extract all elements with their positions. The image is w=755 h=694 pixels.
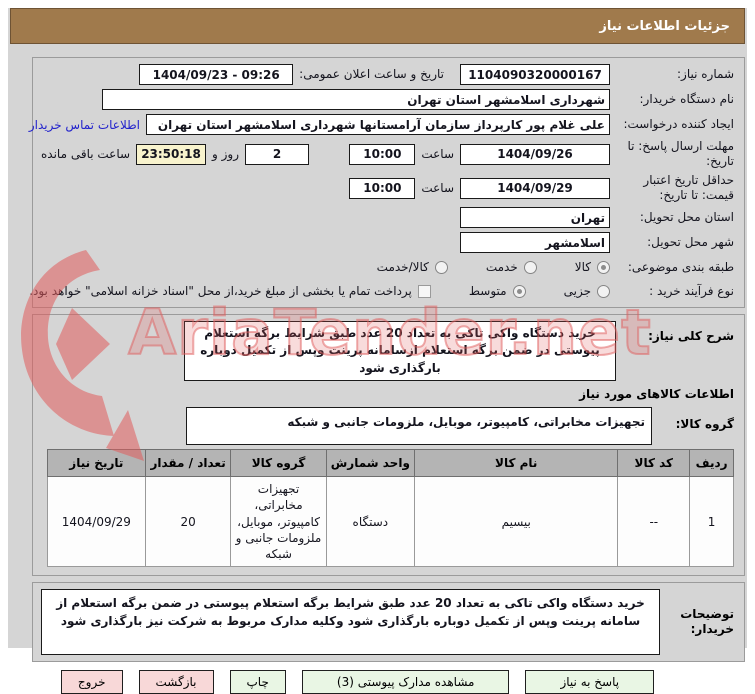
request-creator-field[interactable]: علی غلام پور کارپرداز سازمان آرامستانها … <box>146 114 610 135</box>
radio-service-label: خدمت <box>485 259 518 274</box>
cell-goods-name: بیسیم <box>414 476 619 568</box>
back-button[interactable]: بازگشت <box>138 670 214 694</box>
days-remaining-field: 2 <box>245 143 310 165</box>
radio-goods-service[interactable] <box>434 260 448 274</box>
countdown-timer: 23:50:18 <box>136 143 207 165</box>
goods-table: ردیف کد کالا نام کالا واحد شمارش گروه کا… <box>47 449 734 568</box>
buyer-org-label: نام دستگاه خریدار: <box>639 92 735 106</box>
row-delivery-province: استان محل تحویل: تهران <box>41 207 734 228</box>
price-validity-time-field[interactable]: 10:00 <box>349 177 416 199</box>
process-type-label: نوع فرآیند خرید : <box>649 283 734 298</box>
cell-need-date: 1404/09/29 <box>47 476 146 568</box>
goods-group-field[interactable]: تجهیزات مخابراتی، کامپیوتر، موبایل، ملزو… <box>186 407 652 446</box>
radio-partial-label: جزیی <box>563 283 591 298</box>
response-deadline-date-field[interactable]: 1404/09/26 <box>460 143 610 165</box>
radio-medium-label: متوسط <box>468 283 507 298</box>
delivery-province-field[interactable]: تهران <box>460 207 610 228</box>
row-need-description: شرح کلی نیاز: خرید دستگاه واکی تاکی به ت… <box>41 321 734 382</box>
days-remaining-label: روز و <box>212 146 240 161</box>
col-goods-name[interactable]: نام کالا <box>414 449 619 478</box>
radio-partial[interactable] <box>597 284 610 298</box>
need-info-groupbox: شماره نیاز: 1104090320000167 تاریخ و ساع… <box>29 57 745 308</box>
response-deadline-hour-label: ساعت <box>421 146 454 161</box>
delivery-city-label: شهر محل تحویل: <box>647 235 734 249</box>
col-group[interactable]: گروه کالا <box>230 449 327 478</box>
row-goods-group: گروه کالا: تجهیزات مخابراتی، کامپیوتر، م… <box>41 407 734 446</box>
col-row[interactable]: ردیف <box>689 449 734 478</box>
row-buyer-org: نام دستگاه خریدار: شهرداری اسلامشهر استا… <box>41 89 734 110</box>
cell-group: تجهیزات مخابراتی، کامپیوتر، موبایل، ملزو… <box>230 476 327 568</box>
goods-group-label: گروه کالا: <box>675 417 734 432</box>
row-request-creator: ایجاد کننده درخواست: علی غلام پور کارپرد… <box>29 114 734 135</box>
buyer-notes-label: توضیحات خریدار: <box>680 606 734 637</box>
response-deadline-label: مهلت ارسال پاسخ: تا تاریخ: <box>627 139 734 168</box>
request-creator-label: ایجاد کننده درخواست: <box>623 117 734 131</box>
delivery-province-label: استان محل تحویل: <box>639 210 734 224</box>
page-background: جزئیات اطلاعات نیاز شماره نیاز: 11040903… <box>8 8 747 694</box>
buyer-notes-textarea[interactable]: خرید دستگاه واکی تاکی به تعداد 20 عدد طب… <box>41 589 660 656</box>
table-row[interactable]: 1 -- بیسیم دستگاه تجهیزات مخابراتی، کامپ… <box>47 476 734 568</box>
cell-quantity: 20 <box>144 476 232 568</box>
page-title-label: جزئیات اطلاعات نیاز <box>599 18 730 34</box>
buyer-org-field[interactable]: شهرداری اسلامشهر استان تهران <box>102 89 610 110</box>
row-subject-class: طبقه بندی موضوعی: کالا خدمت کالا/خدمت <box>41 257 734 277</box>
goods-info-groupbox: شرح کلی نیاز: خرید دستگاه واکی تاکی به ت… <box>32 314 745 577</box>
subject-class-label: طبقه بندی موضوعی: <box>627 259 734 274</box>
col-unit[interactable]: واحد شمارش <box>325 449 416 478</box>
row-process-type: نوع فرآیند خرید : جزیی متوسط پرداخت تمام… <box>29 281 734 301</box>
radio-goods[interactable] <box>597 260 610 274</box>
need-description-textarea[interactable]: خرید دستگاه واکی تاکی به تعداد 20 عدد طب… <box>184 321 616 382</box>
radio-service[interactable] <box>523 260 537 274</box>
view-attachments-button[interactable]: مشاهده مدارک پیوستی (3) <box>301 670 510 694</box>
row-price-validity: حداقل تاریخ اعتبار قیمت: تا تاریخ: 1404/… <box>41 173 734 203</box>
row-need-number: شماره نیاز: 1104090320000167 تاریخ و ساع… <box>41 64 734 85</box>
price-validity-label: حداقل تاریخ اعتبار قیمت: تا تاریخ: <box>643 173 734 202</box>
cell-row: 1 <box>689 476 734 568</box>
row-response-deadline: مهلت ارسال پاسخ: تا تاریخ: 1404/09/26 سا… <box>41 139 734 169</box>
cell-goods-code: -- <box>617 476 691 568</box>
row-delivery-city: شهر محل تحویل: اسلامشهر <box>41 232 734 253</box>
treasury-payment-label: پرداخت تمام یا بخشی از مبلغ خرید،از محل … <box>29 283 412 298</box>
delivery-city-field[interactable]: اسلامشهر <box>460 232 610 253</box>
need-description-label: شرح کلی نیاز: <box>648 329 734 343</box>
goods-section-header: اطلاعات کالاهای مورد نیاز <box>579 387 734 402</box>
action-button-row: پاسخ به نیاز مشاهده مدارک پیوستی (3) چاپ… <box>8 670 707 694</box>
exit-button[interactable]: خروج <box>60 670 123 694</box>
print-button[interactable]: چاپ <box>229 670 286 694</box>
page-title: جزئیات اطلاعات نیاز <box>10 8 745 44</box>
buyer-contact-link[interactable]: اطلاعات تماس خریدار <box>29 118 140 132</box>
need-number-label: شماره نیاز: <box>677 67 734 81</box>
treasury-payment-checkbox[interactable] <box>417 284 431 298</box>
radio-goods-service-label: کالا/خدمت <box>376 259 429 274</box>
row-buyer-notes: توضیحات خریدار: خرید دستگاه واکی تاکی به… <box>41 589 734 656</box>
goods-table-header-row: ردیف کد کالا نام کالا واحد شمارش گروه کا… <box>47 449 734 478</box>
col-goods-code[interactable]: کد کالا <box>617 449 691 478</box>
respond-button[interactable]: پاسخ به نیاز <box>525 670 655 694</box>
price-validity-date-field[interactable]: 1404/09/29 <box>460 177 610 199</box>
cell-unit: دستگاه <box>325 476 416 568</box>
countdown-label: ساعت باقی مانده <box>41 146 131 161</box>
radio-goods-label: کالا <box>574 259 591 274</box>
col-quantity[interactable]: تعداد / مقدار <box>144 449 232 478</box>
announce-datetime-label: تاریخ و ساعت اعلان عمومی: <box>299 67 444 81</box>
need-number-field[interactable]: 1104090320000167 <box>460 64 610 85</box>
response-deadline-time-field[interactable]: 10:00 <box>349 143 416 165</box>
col-need-date[interactable]: تاریخ نیاز <box>47 449 146 478</box>
buyer-notes-groupbox: توضیحات خریدار: خرید دستگاه واکی تاکی به… <box>32 582 745 663</box>
radio-medium[interactable] <box>512 284 526 298</box>
announce-datetime-field[interactable]: 1404/09/23 - 09:26 <box>139 64 294 85</box>
price-validity-hour-label: ساعت <box>421 180 454 195</box>
